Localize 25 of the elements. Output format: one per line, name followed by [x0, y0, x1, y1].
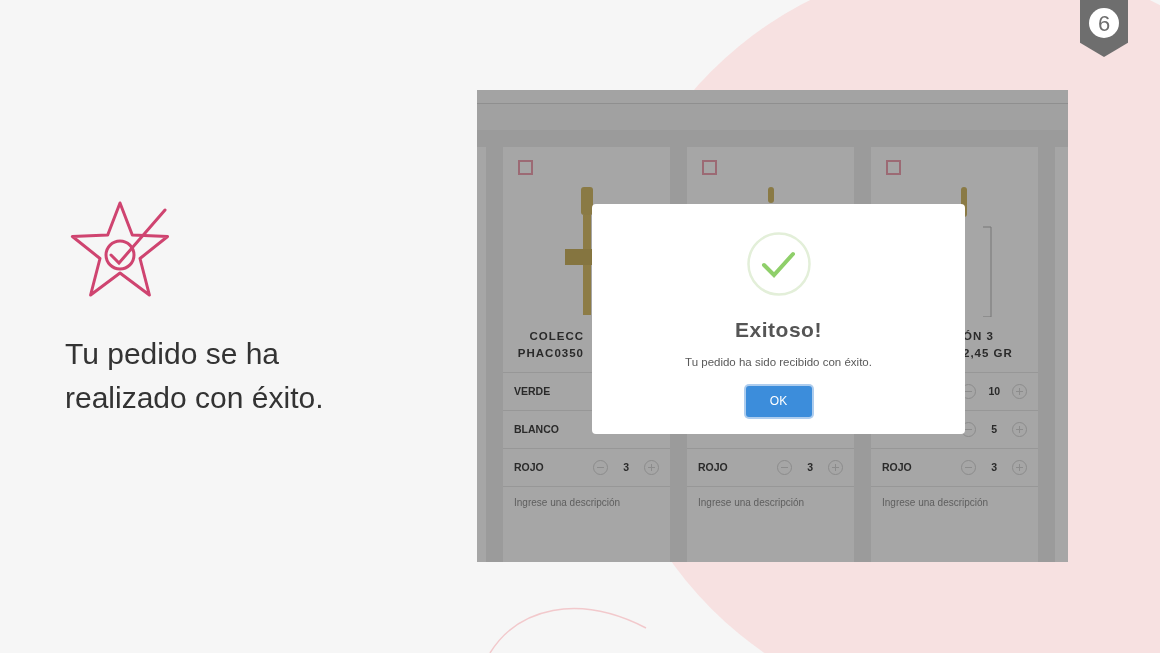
color-label: ROJO [514, 459, 545, 475]
color-label: VERDE [514, 383, 552, 399]
checkbox[interactable] [518, 160, 533, 175]
step-number: 6 [1089, 8, 1119, 38]
dialog-message: Tu pedido ha sido recibido con éxito. [685, 354, 872, 370]
quantity: 10 [987, 383, 1002, 399]
checkbox[interactable] [702, 160, 717, 175]
color-label: ROJO [882, 459, 913, 475]
description-field[interactable]: Ingrese una descripción [503, 486, 670, 562]
pendant-drawing [768, 187, 774, 203]
color-label: ROJO [698, 459, 729, 475]
product-title: COLECC [529, 328, 584, 344]
checkbox[interactable] [886, 160, 901, 175]
color-label: BLANCO [514, 421, 560, 437]
product-title: PHAC0350 [517, 345, 584, 361]
quantity: 5 [990, 421, 999, 437]
description-field[interactable]: Ingrese una descripción [687, 486, 854, 562]
check-icon [746, 232, 811, 296]
quantity: 3 [622, 459, 631, 475]
ok-button[interactable]: OK [745, 385, 812, 417]
quantity: 3 [806, 459, 815, 475]
success-message: Tu pedido se ha realizado con éxito. [65, 336, 325, 416]
description-field[interactable]: Ingrese una descripción [871, 486, 1038, 562]
dialog-title: Exitoso! [735, 317, 822, 343]
quantity: 3 [990, 459, 999, 475]
